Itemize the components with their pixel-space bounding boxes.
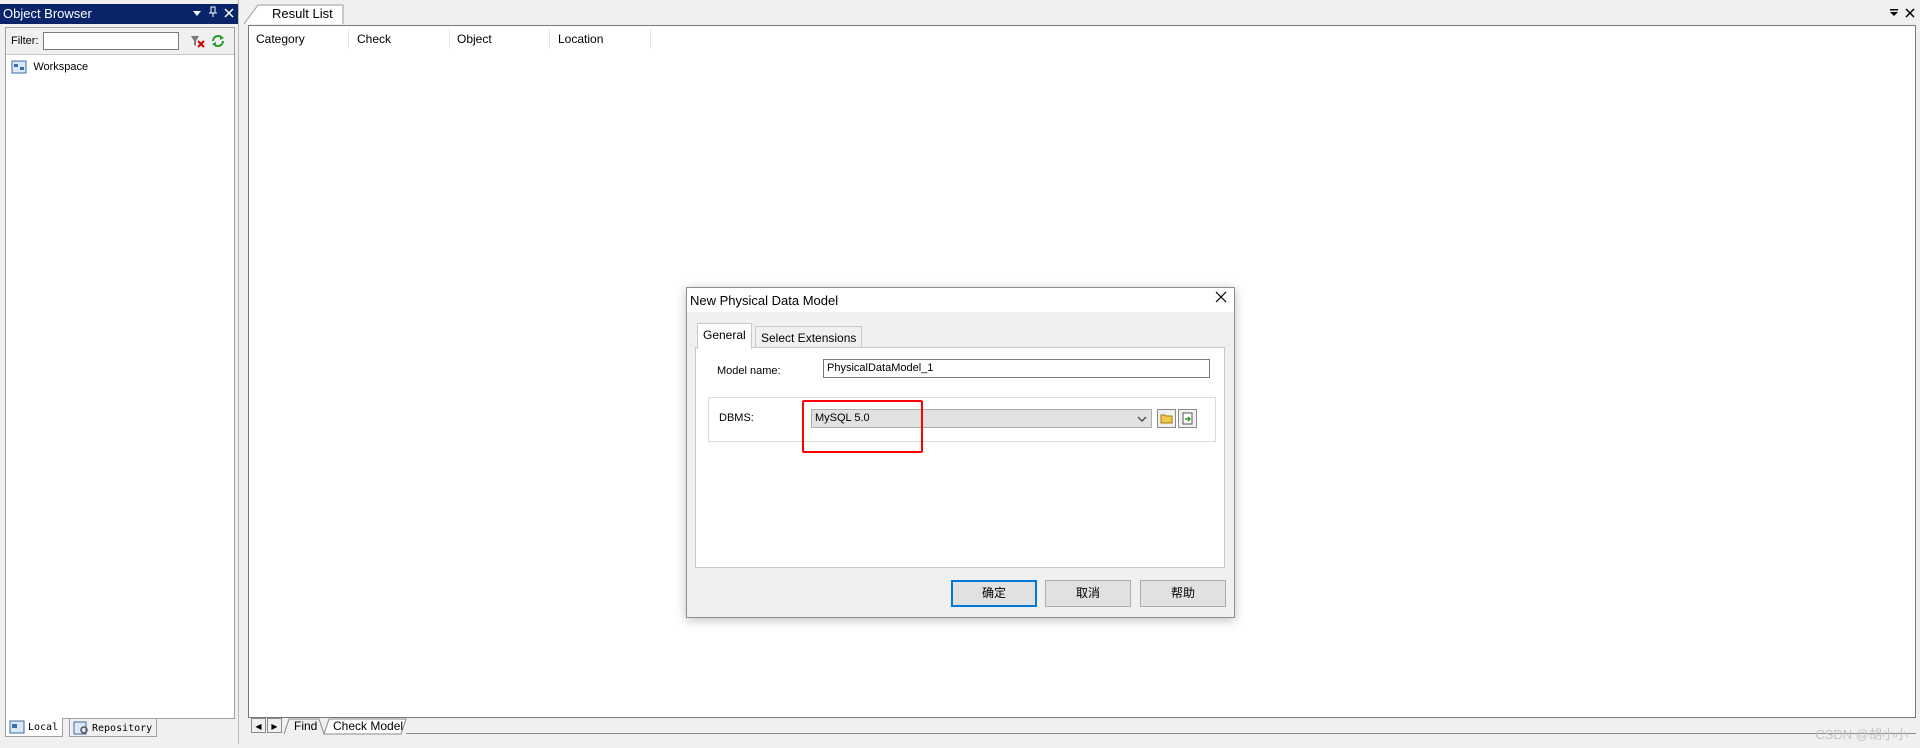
dbms-group: DBMS: MySQL 5.0 — [708, 397, 1216, 442]
object-browser-tabs: Local Repository — [5, 718, 233, 738]
filter-row: Filter: — [6, 28, 234, 55]
workspace-icon — [11, 60, 27, 74]
model-name-label: Model name: — [717, 365, 781, 377]
tab-check-model[interactable]: Check Model — [333, 718, 403, 734]
close-icon[interactable] — [222, 4, 236, 24]
dialog-title: New Physical Data Model — [690, 293, 839, 308]
tab-local[interactable]: Local — [5, 718, 64, 737]
general-tab-panel: Model name: PhysicalDataModel_1 DBMS: My… — [695, 347, 1225, 568]
tab-find[interactable]: Find — [294, 718, 317, 734]
result-list-tabbar: Result List — [244, 4, 1920, 24]
browse-folder-button[interactable] — [1157, 409, 1176, 428]
tab-local-label: Local — [28, 722, 59, 733]
import-dbms-button[interactable] — [1178, 409, 1197, 428]
chevron-down-icon — [1136, 412, 1148, 426]
tab-result-list[interactable]: Result List — [244, 4, 345, 24]
scroll-right-icon[interactable]: ▶ — [267, 718, 282, 733]
object-browser-title: Object Browser — [3, 6, 92, 21]
tab-repository[interactable]: Repository — [69, 718, 158, 737]
tree-item-workspace[interactable]: Workspace — [11, 58, 88, 74]
folder-icon — [1160, 414, 1173, 424]
tab-repository-label: Repository — [92, 723, 153, 734]
dialog-titlebar: New Physical Data Model — [687, 288, 1234, 312]
dropdown-arrow-icon[interactable] — [1886, 6, 1902, 21]
tree-item-label: Workspace — [33, 60, 89, 73]
column-header-check[interactable]: Check — [350, 29, 450, 49]
watermark: CSDN @胡小小 — [1815, 727, 1908, 742]
dropdown-arrow-icon[interactable] — [190, 4, 204, 24]
column-header-category[interactable]: Category — [249, 29, 349, 49]
column-header-object[interactable]: Object — [450, 29, 550, 49]
help-button[interactable]: 帮助 — [1140, 580, 1226, 607]
object-browser-panel: Object Browser Filter: Workspace Local R… — [0, 0, 239, 744]
tab-select-extensions[interactable]: Select Extensions — [755, 326, 863, 348]
filter-label: Filter: — [11, 35, 39, 47]
ok-button[interactable]: 确定 — [951, 580, 1037, 607]
column-header-location[interactable]: Location — [551, 29, 651, 49]
cancel-button[interactable]: 取消 — [1045, 580, 1131, 607]
filter-input[interactable] — [43, 32, 179, 50]
tab-general[interactable]: General — [697, 323, 752, 349]
bottom-divider — [406, 733, 1916, 734]
object-browser-titlebar: Object Browser — [0, 4, 238, 24]
close-icon[interactable] — [1215, 291, 1227, 307]
model-name-input[interactable]: PhysicalDataModel_1 — [823, 359, 1210, 378]
scroll-left-icon[interactable]: ◀ — [251, 718, 266, 733]
refresh-icon[interactable] — [210, 33, 226, 49]
clear-filter-icon[interactable] — [189, 33, 205, 49]
object-browser-body: Filter: Workspace — [5, 27, 235, 719]
new-physical-data-model-dialog: New Physical Data Model General Select E… — [686, 287, 1235, 618]
dbms-label: DBMS: — [719, 412, 754, 424]
import-icon — [1182, 412, 1193, 425]
dbms-selected-value: MySQL 5.0 — [815, 412, 870, 424]
pin-icon[interactable] — [206, 4, 220, 24]
close-icon[interactable] — [1902, 6, 1918, 21]
repository-icon — [73, 721, 89, 735]
local-icon — [9, 720, 25, 734]
dbms-select[interactable]: MySQL 5.0 — [811, 409, 1152, 428]
result-list-bottom-bar: ◀ ▶ Find Check Model — [248, 718, 1916, 736]
